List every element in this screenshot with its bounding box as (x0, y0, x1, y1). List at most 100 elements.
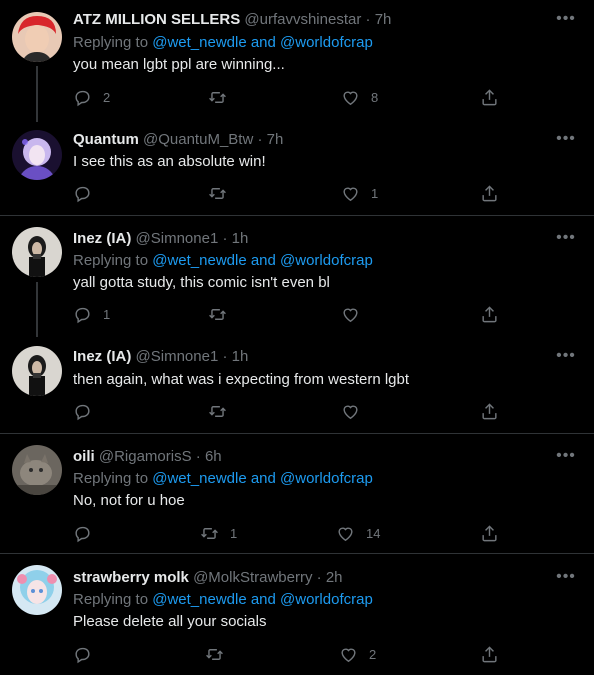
reply-button[interactable]: 1 (73, 304, 110, 324)
heart-icon (343, 405, 358, 419)
retweet-icon (209, 405, 226, 417)
avatar[interactable] (12, 565, 62, 615)
tweet-actions: 1 14 (73, 523, 513, 543)
replying-to: Replying to @wet_newdle and @worldofcrap (73, 34, 373, 52)
reply-count: 1 (103, 306, 111, 322)
tweet-text: you mean lgbt ppl are winning... (73, 56, 285, 73)
tweet-header: strawberry molk @MolkStrawberry · 2h (73, 569, 343, 587)
timestamp[interactable]: 2h (326, 569, 343, 586)
share-icon (482, 88, 497, 105)
reply-icon (75, 404, 90, 420)
avatar[interactable] (12, 12, 62, 62)
more-icon: ••• (556, 447, 576, 464)
replying-to-link[interactable]: @wet_newdle and @worldofcrap (152, 252, 373, 269)
tweet-text: No, not for u hoe (73, 492, 185, 509)
share-button[interactable] (480, 304, 499, 324)
retweet-button[interactable]: 1 (200, 523, 237, 543)
thread-line (36, 66, 38, 122)
more-options-button[interactable]: ••• (552, 130, 580, 152)
tweet-header: oili @RigamorisS · 6h (73, 448, 222, 466)
reply-icon (75, 186, 90, 202)
retweet-button[interactable] (205, 644, 235, 664)
display-name[interactable]: Inez (IA) (73, 348, 131, 365)
display-name[interactable]: Inez (IA) (73, 230, 131, 247)
replying-prefix: Replying to (73, 591, 153, 608)
heart-icon (338, 527, 353, 541)
share-icon (482, 402, 497, 419)
more-options-button[interactable]: ••• (552, 447, 580, 469)
like-button[interactable] (341, 401, 371, 421)
more-icon: ••• (556, 568, 576, 585)
retweet-icon (209, 187, 226, 199)
replying-to: Replying to @wet_newdle and @worldofcrap (73, 591, 373, 609)
like-count: 14 (366, 525, 381, 541)
user-handle[interactable]: @RigamorisS (99, 448, 192, 465)
tweet-text: then again, what was i expecting from we… (73, 371, 410, 388)
retweet-button[interactable] (208, 183, 238, 203)
more-icon: ••• (556, 347, 576, 364)
share-icon (482, 645, 497, 662)
share-button[interactable] (480, 87, 499, 107)
timestamp[interactable]: 7h (375, 11, 392, 28)
timestamp[interactable]: 7h (267, 131, 284, 148)
replying-to: Replying to @wet_newdle and @worldofcrap (73, 252, 373, 270)
display-name[interactable]: strawberry molk (73, 569, 189, 586)
reply-count: 2 (103, 89, 111, 105)
timestamp[interactable]: 6h (205, 448, 222, 465)
user-handle[interactable]: @QuantuM_Btw (143, 131, 253, 148)
reply-button[interactable] (73, 401, 103, 421)
replying-to: Replying to @wet_newdle and @worldofcrap (73, 470, 373, 488)
tweet-header: ATZ MILLION SELLERS @urfavvshinestar · 7… (73, 11, 391, 29)
tweet-header: Inez (IA) @Simnone1 · 1h (73, 230, 248, 248)
retweet-count: 1 (230, 525, 238, 541)
retweet-button[interactable] (208, 304, 238, 324)
heart-icon (343, 187, 358, 201)
display-name[interactable]: Quantum (73, 131, 139, 148)
reply-button[interactable] (73, 644, 103, 664)
like-button[interactable]: 2 (339, 644, 376, 664)
avatar[interactable] (12, 130, 62, 180)
replying-to-link[interactable]: @wet_newdle and @worldofcrap (152, 470, 373, 487)
share-button[interactable] (480, 523, 499, 543)
like-button[interactable]: 1 (341, 183, 378, 203)
replying-prefix: Replying to (73, 252, 153, 269)
heart-icon (341, 648, 356, 662)
retweet-button[interactable] (208, 87, 238, 107)
heart-icon (343, 308, 358, 322)
avatar[interactable] (12, 227, 62, 277)
replying-prefix: Replying to (73, 470, 153, 487)
replying-to-link[interactable]: @wet_newdle and @worldofcrap (152, 34, 373, 51)
retweet-icon (209, 91, 226, 103)
timestamp[interactable]: 1h (232, 230, 249, 247)
tweet-text: I see this as an absolute win! (73, 153, 266, 170)
display-name[interactable]: oili (73, 448, 95, 465)
more-options-button[interactable]: ••• (552, 10, 580, 32)
display-name[interactable]: ATZ MILLION SELLERS (73, 11, 240, 28)
like-button[interactable]: 14 (336, 523, 380, 543)
tweet-header: Inez (IA) @Simnone1 · 1h (73, 348, 248, 366)
more-icon: ••• (556, 130, 576, 147)
share-icon (482, 184, 497, 201)
more-options-button[interactable]: ••• (552, 568, 580, 590)
user-handle[interactable]: @urfavvshinestar (244, 11, 361, 28)
like-button[interactable]: 8 (341, 87, 378, 107)
like-button[interactable] (341, 304, 371, 324)
reply-button[interactable]: 2 (73, 87, 110, 107)
share-button[interactable] (480, 401, 499, 421)
tweet-header: Quantum @QuantuM_Btw · 7h (73, 131, 283, 149)
avatar[interactable] (12, 445, 62, 495)
user-handle[interactable]: @Simnone1 (136, 230, 219, 247)
tweet-text: Please delete all your socials (73, 613, 267, 630)
more-options-button[interactable]: ••• (552, 229, 580, 251)
share-button[interactable] (480, 644, 499, 664)
share-button[interactable] (480, 183, 499, 203)
replying-to-link[interactable]: @wet_newdle and @worldofcrap (152, 591, 373, 608)
user-handle[interactable]: @Simnone1 (136, 348, 219, 365)
timestamp[interactable]: 1h (232, 348, 249, 365)
reply-button[interactable] (73, 523, 103, 543)
reply-button[interactable] (73, 183, 103, 203)
avatar[interactable] (12, 346, 62, 396)
more-options-button[interactable]: ••• (552, 347, 580, 369)
user-handle[interactable]: @MolkStrawberry (193, 569, 312, 586)
retweet-button[interactable] (208, 401, 238, 421)
